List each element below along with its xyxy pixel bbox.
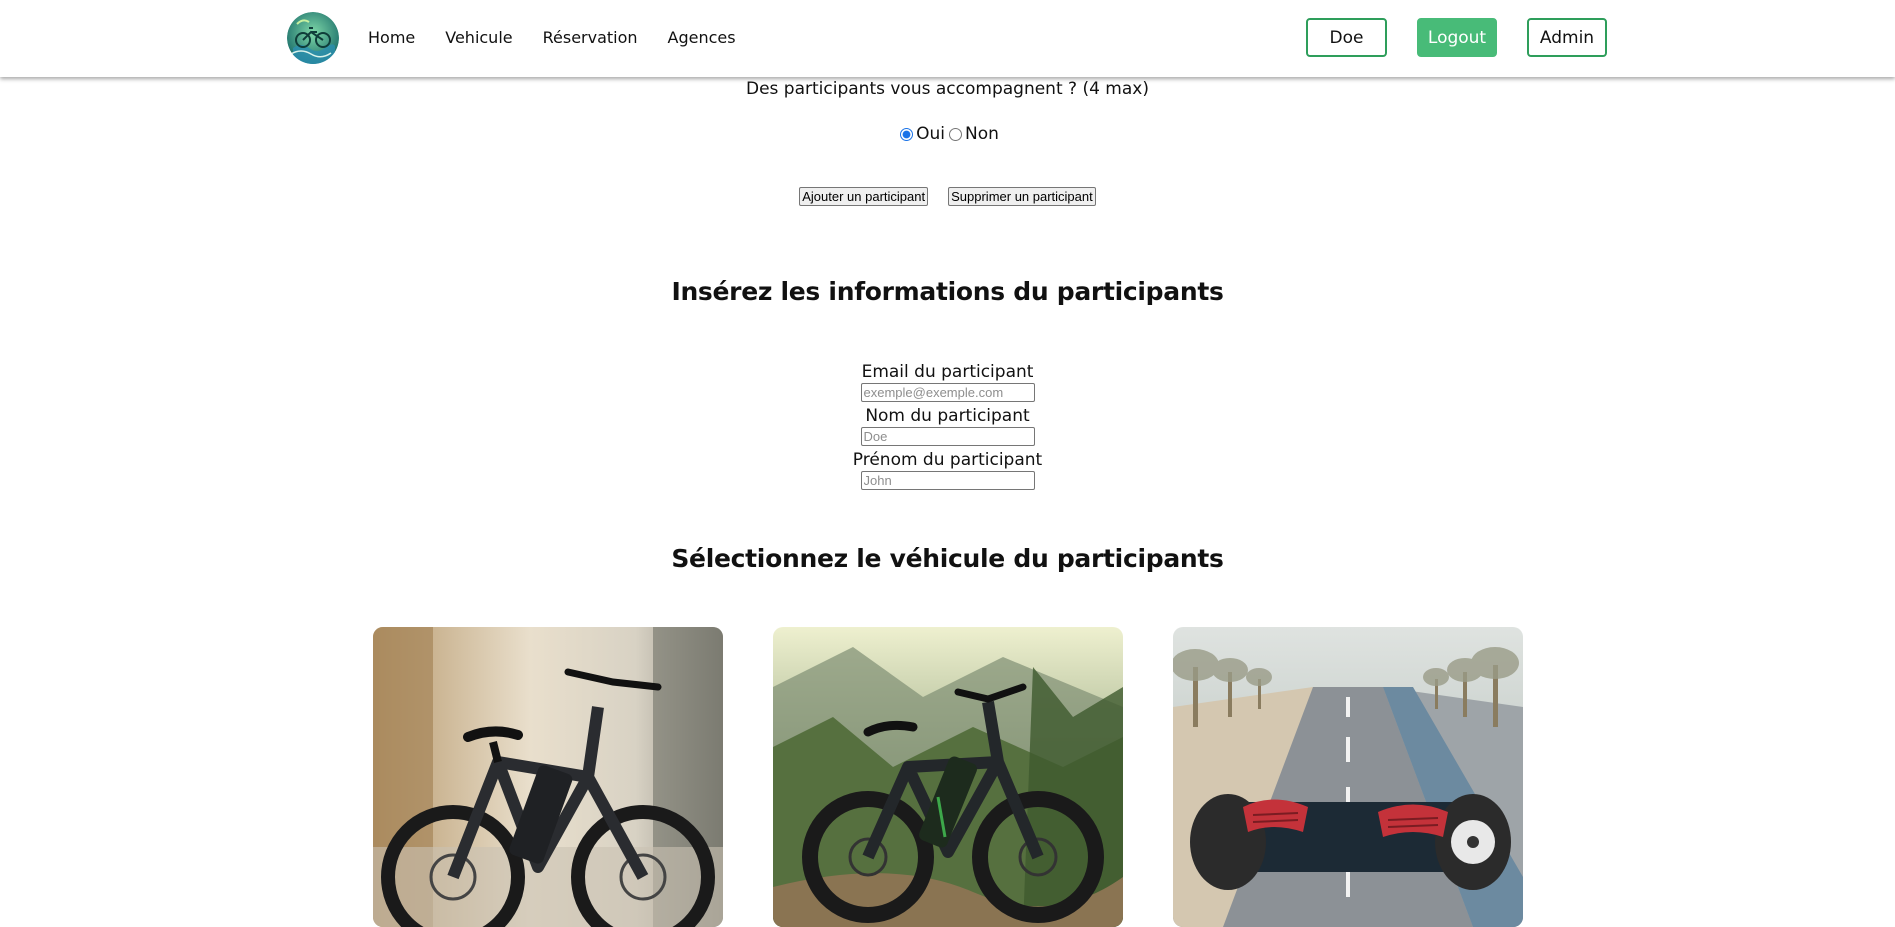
email-label: Email du participant xyxy=(861,362,1034,382)
city-ebike-photo xyxy=(373,627,723,927)
firstname-form-group: Prénom du participant xyxy=(0,450,1895,490)
participant-actions: Ajouter un participant Supprimer un part… xyxy=(0,187,1895,206)
radio-non[interactable] xyxy=(948,127,962,141)
logout-button[interactable]: Logout xyxy=(1417,18,1497,57)
radio-oui[interactable] xyxy=(900,127,914,141)
email-field[interactable] xyxy=(860,383,1035,402)
participants-question: Des participants vous accompagnent ? (4 … xyxy=(746,79,1149,99)
vehicle-card-mountain-ebike[interactable] xyxy=(773,627,1123,927)
info-section-title: Insérez les informations du participants xyxy=(671,277,1224,306)
hoverboard-photo xyxy=(1173,627,1523,927)
lastname-form-group: Nom du participant xyxy=(0,406,1895,446)
vehicle-card-hoverboard[interactable] xyxy=(1173,627,1523,927)
nav-vehicule[interactable]: Vehicule xyxy=(445,28,512,47)
navbar: Home Vehicule Réservation Agences Doe Lo… xyxy=(0,0,1895,77)
add-participant-button[interactable]: Ajouter un participant xyxy=(799,187,929,206)
nav-agences[interactable]: Agences xyxy=(668,28,736,47)
lastname-field[interactable] xyxy=(860,427,1035,446)
firstname-label: Prénom du participant xyxy=(852,450,1043,470)
radio-non-label[interactable]: Non xyxy=(965,124,999,144)
firstname-field[interactable] xyxy=(860,471,1035,490)
lastname-label: Nom du participant xyxy=(865,406,1030,426)
user-profile-button[interactable]: Doe xyxy=(1306,18,1387,57)
vehicle-section-title: Sélectionnez le véhicule du participants xyxy=(671,544,1224,573)
nav-home[interactable]: Home xyxy=(368,28,415,47)
mountain-ebike-photo xyxy=(773,627,1123,927)
admin-button[interactable]: Admin xyxy=(1527,18,1607,57)
vehicle-card-city-ebike[interactable] xyxy=(373,627,723,927)
nav-reservation[interactable]: Réservation xyxy=(543,28,638,47)
email-form-group: Email du participant xyxy=(0,362,1895,402)
ebike-logo-icon[interactable] xyxy=(287,12,339,64)
remove-participant-button[interactable]: Supprimer un participant xyxy=(948,187,1096,206)
main-nav: Home Vehicule Réservation Agences xyxy=(368,0,736,75)
radio-oui-label[interactable]: Oui xyxy=(916,124,945,144)
participants-radio-group: Oui Non xyxy=(0,124,1895,144)
